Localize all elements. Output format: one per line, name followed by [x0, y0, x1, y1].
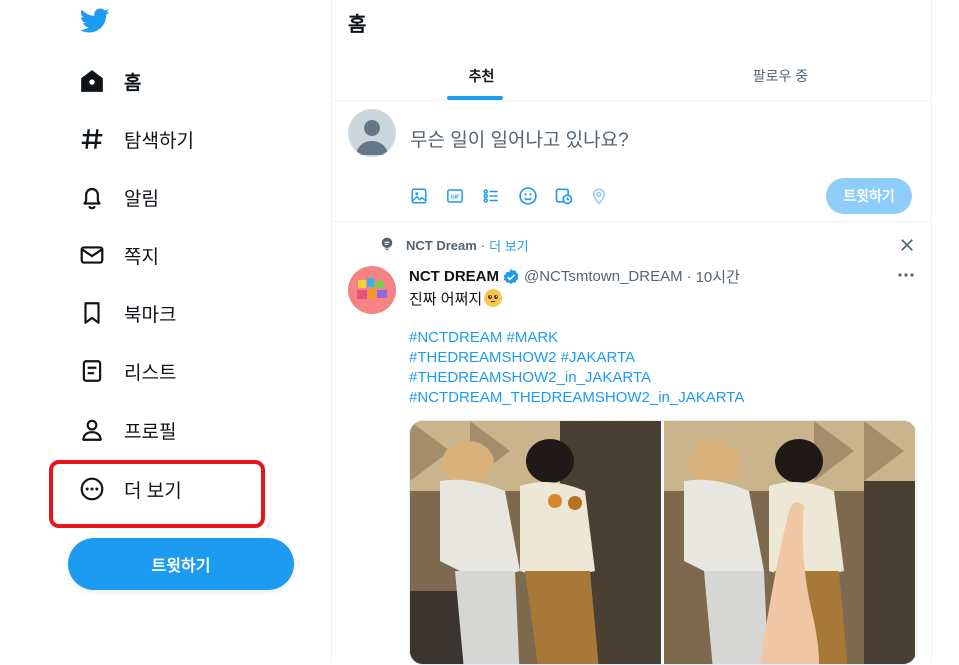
compose-toolbar: GIF [410, 184, 626, 208]
main-column: 홈 추천 팔로우 중 무슨 일이 일어나고 있나요? GIF 트윗하기 NCT … [331, 0, 932, 665]
nav-item-home[interactable]: 홈 [78, 61, 141, 101]
hashtag-block: #NCTDREAM #MARK #THEDREAMSHOW2 #JAKARTA … [409, 328, 744, 408]
tweet-photo[interactable] [410, 421, 661, 664]
topic-icon [380, 237, 394, 254]
author-handle[interactable]: @NCTsmtown_DREAM [524, 268, 683, 285]
nav-item-bookmarks[interactable]: 북마크 [78, 293, 176, 333]
pleading-face-emoji-icon [484, 289, 503, 307]
schedule-icon[interactable] [554, 184, 590, 208]
avatar[interactable] [348, 109, 396, 157]
timestamp[interactable]: 10시간 [696, 266, 740, 287]
nav-item-messages[interactable]: 쪽지 [78, 235, 159, 275]
close-icon[interactable] [898, 236, 916, 254]
nav-label-bookmarks: 북마크 [124, 304, 177, 326]
nav-item-notifications[interactable]: 알림 [78, 177, 159, 217]
twitter-logo-icon[interactable] [79, 8, 110, 36]
tab-recommended[interactable]: 추천 [332, 52, 631, 100]
compose-box: 무슨 일이 일어나고 있나요? GIF 트윗하기 [332, 101, 931, 222]
page-title: 홈 [348, 14, 367, 36]
topic-name[interactable]: NCT Dream [406, 238, 477, 253]
sidebar: 홈 탐색하기 알림 쪽지 북마크 리스트 프로필 더 보기 트윗하기 [0, 0, 331, 663]
nav-item-profile[interactable]: 프로필 [78, 410, 176, 450]
hashtag-line[interactable]: #THEDREAMSHOW2 #JAKARTA [409, 348, 744, 368]
nav-label-profile: 프로필 [124, 421, 177, 443]
verified-badge-icon [502, 268, 520, 286]
tweet-photo[interactable] [664, 421, 915, 664]
media-grid [409, 420, 917, 665]
nav-item-explore[interactable]: 탐색하기 [78, 119, 194, 159]
hashtag-line[interactable]: #NCTDREAM_THEDREAMSHOW2_in_JAKARTA [409, 388, 744, 408]
nav-label-notifications: 알림 [124, 188, 159, 210]
tweet-header: NCT DREAM @NCTsmtown_DREAM · 10시간 [409, 266, 740, 287]
avatar[interactable] [348, 266, 396, 314]
nav-label-messages: 쪽지 [124, 246, 159, 268]
svg-text:GIF: GIF [451, 195, 461, 201]
compose-input[interactable]: 무슨 일이 일어나고 있나요? [410, 125, 629, 152]
tweet-body: 진짜 어쩌지 [409, 291, 483, 308]
hashtag-line[interactable]: #NCTDREAM #MARK [409, 328, 744, 348]
home-icon [78, 67, 106, 95]
nav-label-explore: 탐색하기 [124, 130, 194, 152]
bell-icon [78, 183, 106, 211]
tab-following[interactable]: 팔로우 중 [631, 52, 930, 100]
poll-icon[interactable] [482, 184, 518, 208]
author-name[interactable]: NCT DREAM [409, 268, 499, 285]
nav-label-home: 홈 [124, 72, 142, 94]
active-tab-indicator [447, 96, 503, 100]
bookmark-icon [78, 299, 106, 327]
nav-item-lists[interactable]: 리스트 [78, 351, 176, 391]
tweet-card[interactable]: NCT Dream · 더 보기 NCT DREAM @NCTsmtown_DR… [332, 222, 931, 665]
nav-label-lists: 리스트 [124, 362, 177, 384]
emoji-icon[interactable] [518, 184, 554, 208]
sidebar-tweet-button[interactable]: 트윗하기 [68, 538, 294, 590]
separator: · [686, 268, 692, 285]
list-icon [78, 357, 106, 385]
see-more-link[interactable]: 더 보기 [489, 236, 529, 255]
social-context: NCT Dream · 더 보기 [380, 236, 529, 255]
gif-icon[interactable]: GIF [446, 184, 482, 208]
tweet-text: 진짜 어쩌지 [409, 288, 503, 309]
highlight-box [49, 460, 265, 528]
image-icon[interactable] [410, 184, 446, 208]
person-icon [78, 416, 106, 444]
hashtag-line[interactable]: #THEDREAMSHOW2_in_JAKARTA [409, 368, 744, 388]
timeline-tabs: 추천 팔로우 중 [332, 52, 931, 101]
location-icon[interactable] [590, 184, 626, 208]
separator: · [480, 238, 486, 253]
mail-icon [78, 241, 106, 269]
hashtag-icon [78, 125, 106, 153]
more-options-icon[interactable] [895, 268, 917, 280]
compose-tweet-button[interactable]: 트윗하기 [826, 178, 912, 214]
